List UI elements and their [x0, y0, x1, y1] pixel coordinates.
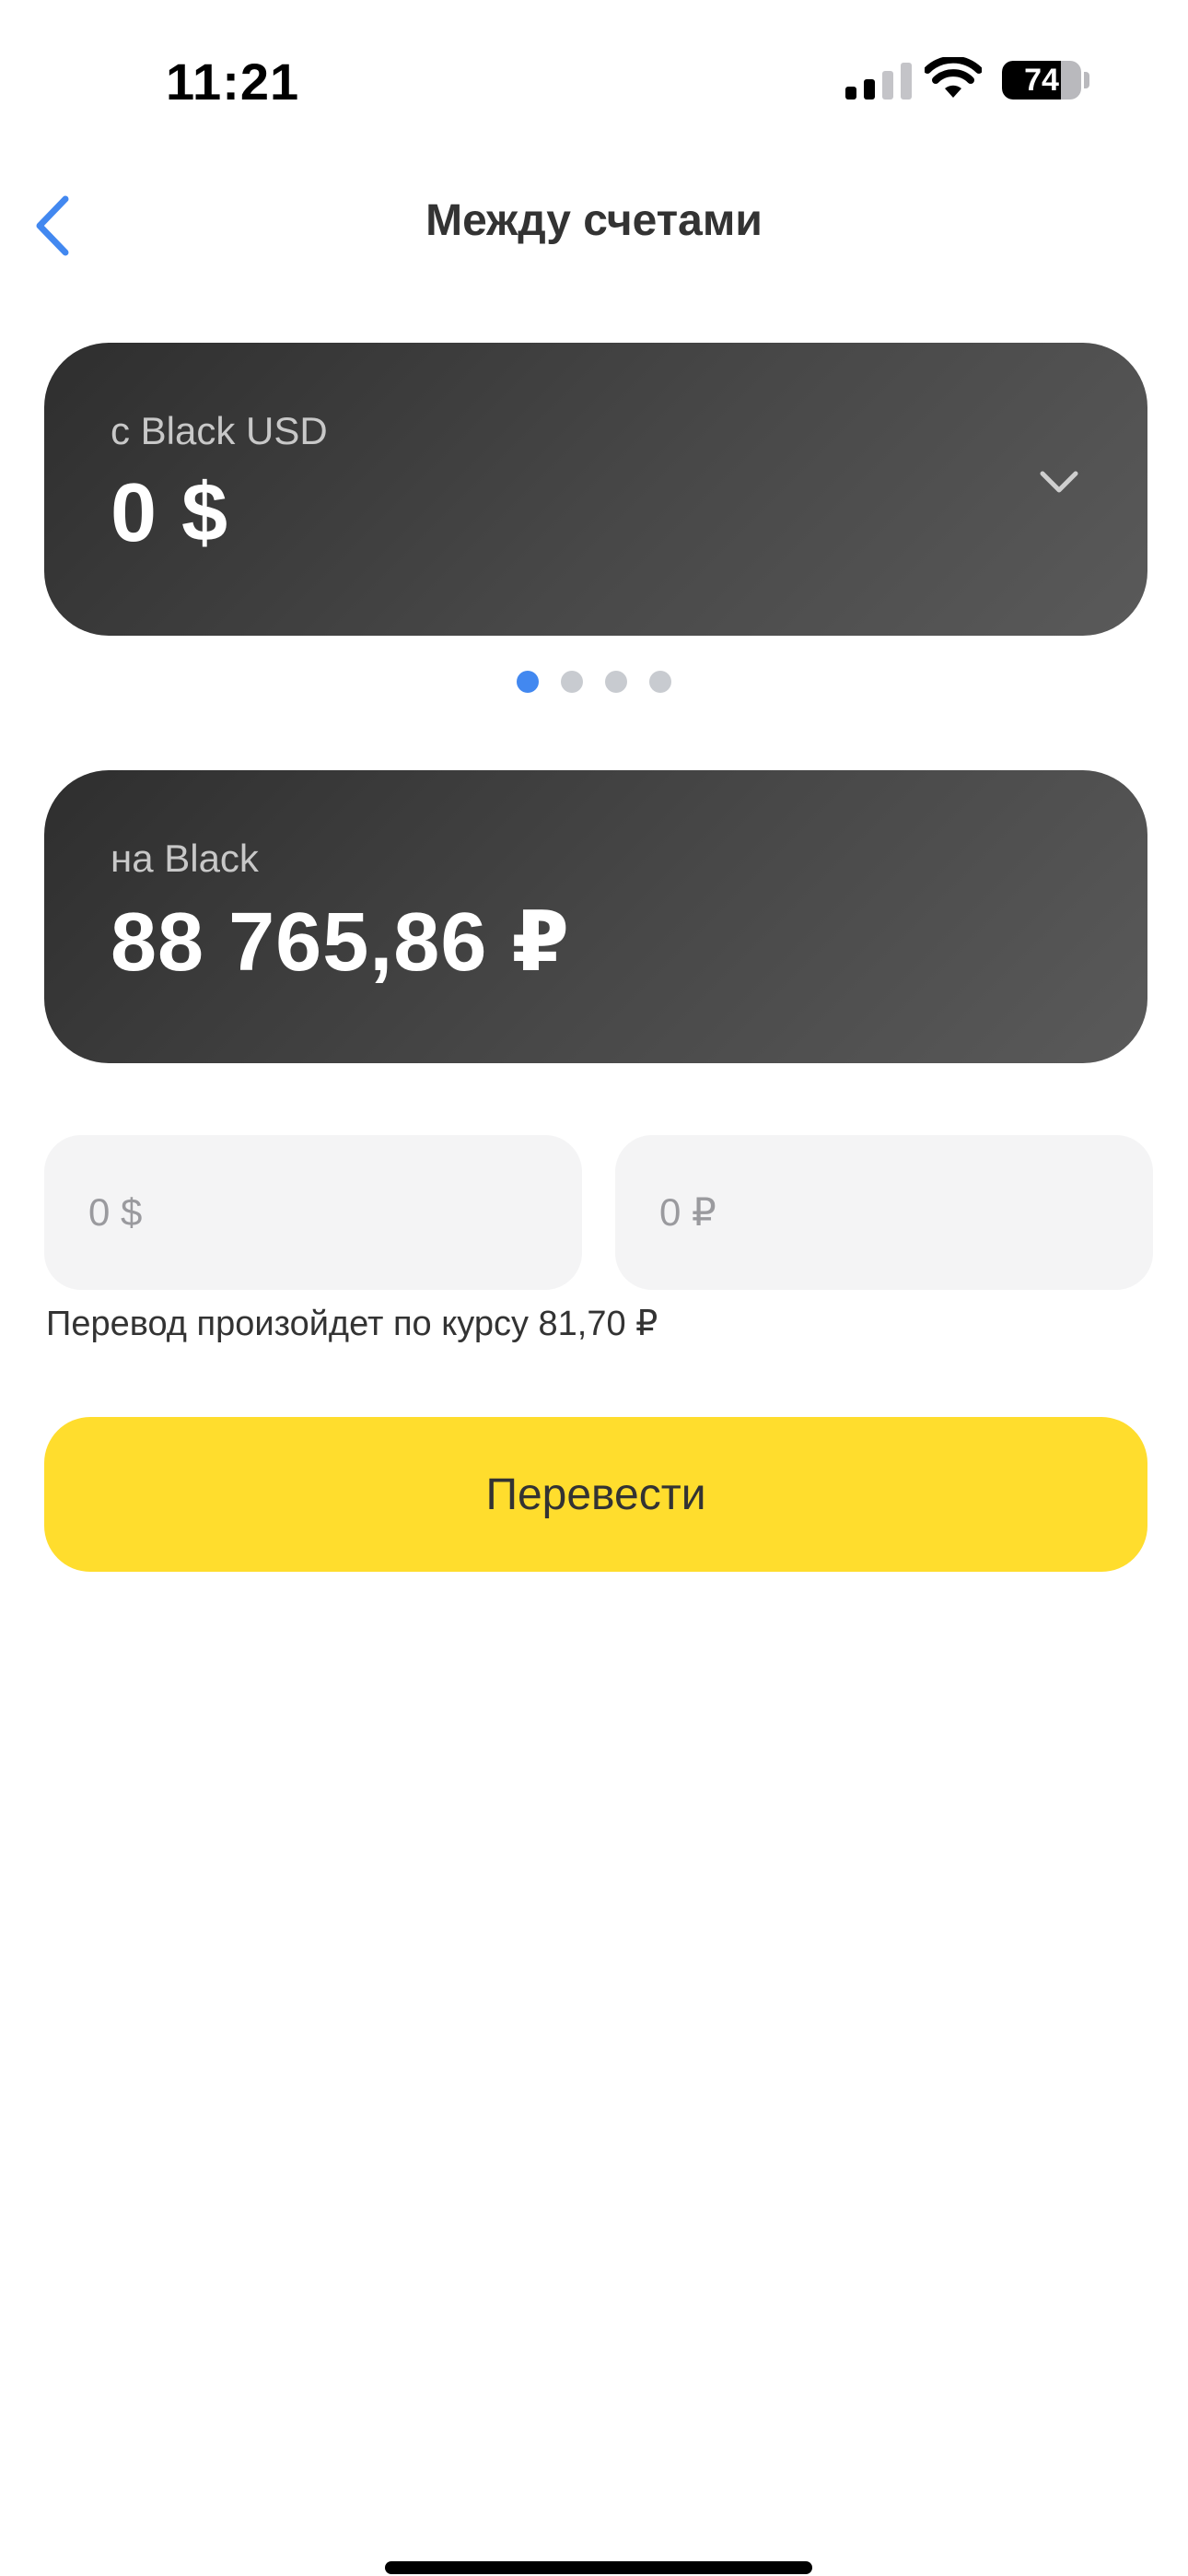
- transfer-button[interactable]: Перевести: [44, 1417, 1147, 1572]
- home-indicator[interactable]: [385, 2561, 812, 2574]
- battery-cap: [1084, 72, 1089, 88]
- account-pager-dots: [0, 671, 1188, 693]
- cellular-signal-icon: [845, 63, 912, 100]
- battery-icon: 74: [1002, 61, 1081, 100]
- from-account-card[interactable]: с Black USD 0 $: [44, 343, 1147, 636]
- status-time: 11:21: [166, 53, 300, 111]
- pager-dot[interactable]: [605, 671, 627, 693]
- pager-dot[interactable]: [561, 671, 583, 693]
- to-account-amount: 88 765,86 ₽: [111, 896, 571, 989]
- page-title: Между счетами: [425, 196, 763, 245]
- usd-amount-input[interactable]: [44, 1135, 582, 1290]
- exchange-rate-note: Перевод произойдет по курсу 81,70 ₽: [46, 1305, 658, 1343]
- rub-amount-input[interactable]: [615, 1135, 1153, 1290]
- wifi-icon: [925, 57, 982, 98]
- chevron-down-icon[interactable]: [1037, 468, 1081, 496]
- pager-dot[interactable]: [517, 671, 539, 693]
- from-account-label: с Black USD: [111, 409, 328, 452]
- to-account-label: на Black: [111, 837, 259, 880]
- to-account-card[interactable]: на Black 88 765,86 ₽: [44, 770, 1147, 1063]
- pager-dot[interactable]: [649, 671, 671, 693]
- from-account-amount: 0 $: [111, 467, 229, 559]
- battery-percent: 74: [1024, 63, 1059, 98]
